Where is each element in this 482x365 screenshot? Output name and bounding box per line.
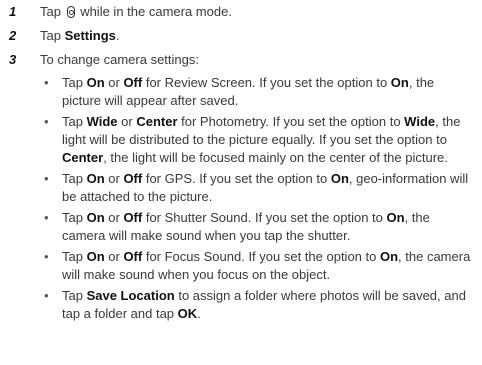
bullet-marker: •: [44, 75, 49, 90]
text-run: Tap: [62, 171, 87, 186]
step-text-before: Tap: [40, 4, 65, 19]
text-run: Tap: [62, 288, 87, 303]
option-label: Off: [123, 75, 143, 90]
option-label: On: [386, 210, 405, 225]
list-item: • Tap On or Off for Focus Sound. If you s…: [40, 248, 474, 284]
step-number: 3: [9, 52, 17, 67]
text-run: .: [197, 306, 201, 321]
instruction-page: 1 Tap while in the camera mode. 2 Tap Se…: [0, 0, 482, 365]
step-text: To change camera settings:: [40, 52, 199, 67]
text-run: Tap: [62, 75, 87, 90]
option-label: On: [86, 171, 105, 186]
option-label: Wide: [86, 114, 118, 129]
option-label: Center: [62, 150, 104, 165]
option-label: On: [390, 75, 409, 90]
step-text-after: while in the camera mode.: [76, 4, 232, 19]
text-run: or: [104, 171, 124, 186]
option-label: On: [86, 210, 105, 225]
option-label: On: [379, 249, 399, 264]
text-run: Tap: [62, 210, 87, 225]
step-text-before: Tap: [40, 28, 65, 43]
option-label: On: [330, 171, 349, 186]
text-run: for GPS. If you set the option to: [142, 171, 331, 186]
text-run: for Photometry. If you set the option to: [177, 114, 405, 129]
option-label: Off: [123, 210, 143, 225]
list-item: • Tap On or Off for Review Screen. If you…: [40, 74, 474, 110]
settings-bullet-list: • Tap On or Off for Review Screen. If you…: [40, 74, 474, 326]
step-text: Tap Settings.: [40, 27, 470, 45]
bullet-marker: •: [44, 210, 49, 225]
text-run: or: [104, 249, 124, 264]
text-run: Tap: [62, 249, 87, 264]
text-run: Tap: [62, 114, 87, 129]
option-label: Off: [123, 171, 143, 186]
option-label: Off: [123, 249, 143, 264]
step-number: 1: [9, 4, 17, 19]
step-text: Tap while in the camera mode.: [40, 3, 470, 21]
list-item: • Tap On or Off for GPS. If you set the o…: [40, 170, 474, 206]
list-item: • Tap Wide or Center for Photometry. If y…: [40, 113, 474, 167]
list-item: • Tap On or Off for Shutter Sound. If you…: [40, 209, 474, 245]
text-run: or: [104, 75, 124, 90]
bullet-marker: •: [44, 114, 49, 129]
option-label: OK: [177, 306, 198, 321]
option-label: Center: [136, 114, 178, 129]
option-label: On: [86, 75, 105, 90]
text-run: or: [104, 210, 124, 225]
bullet-marker: •: [44, 288, 49, 303]
bullet-marker: •: [44, 249, 49, 264]
camera-settings-icon: [66, 6, 75, 18]
text-run: or: [117, 114, 137, 129]
step-text-after: .: [115, 28, 120, 43]
text-run: , the light will be focused mainly on th…: [103, 150, 448, 165]
bullet-marker: •: [44, 171, 49, 186]
text-run: for Shutter Sound. If you set the option…: [142, 210, 387, 225]
settings-label: Settings: [64, 28, 116, 43]
list-item: • Tap Save Location to assign a folder wh…: [40, 287, 474, 323]
option-label: On: [86, 249, 105, 264]
step-number: 2: [9, 28, 17, 43]
option-label: Save Location: [86, 288, 175, 303]
text-run: for Review Screen. If you set the option…: [142, 75, 391, 90]
text-run: for Focus Sound. If you set the option t…: [142, 249, 380, 264]
option-label: Wide: [404, 114, 436, 129]
